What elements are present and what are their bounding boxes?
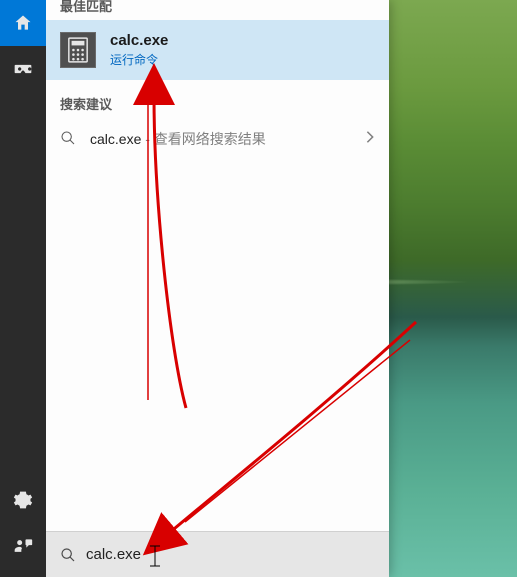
suggestion-text: calc.exe - 查看网络搜索结果	[90, 129, 353, 149]
calculator-icon	[60, 32, 96, 68]
best-match-result[interactable]: calc.exe 运行命令	[46, 20, 389, 80]
start-sidebar	[0, 0, 46, 577]
search-input[interactable]	[86, 546, 375, 563]
home-icon	[13, 13, 33, 33]
home-button[interactable]	[0, 0, 46, 46]
suggestions-header: 搜索建议	[46, 80, 389, 119]
best-match-subtitle: 运行命令	[110, 51, 168, 68]
vr-icon	[13, 59, 33, 79]
search-bar[interactable]	[46, 531, 389, 577]
search-icon	[60, 130, 78, 148]
best-match-header: 最佳匹配	[46, 0, 389, 20]
best-match-title: calc.exe	[110, 32, 168, 49]
feedback-button[interactable]	[0, 523, 46, 569]
search-icon	[60, 547, 76, 563]
vr-button[interactable]	[0, 46, 46, 92]
person-chat-icon	[13, 536, 33, 556]
settings-button[interactable]	[0, 477, 46, 523]
suggestion-item[interactable]: calc.exe - 查看网络搜索结果	[46, 119, 389, 159]
gear-icon	[13, 490, 33, 510]
chevron-right-icon	[365, 130, 375, 149]
start-search-panel: 最佳匹配 calc.exe 运行命令 搜索建议 calc.exe - 查看网络搜…	[46, 0, 389, 577]
